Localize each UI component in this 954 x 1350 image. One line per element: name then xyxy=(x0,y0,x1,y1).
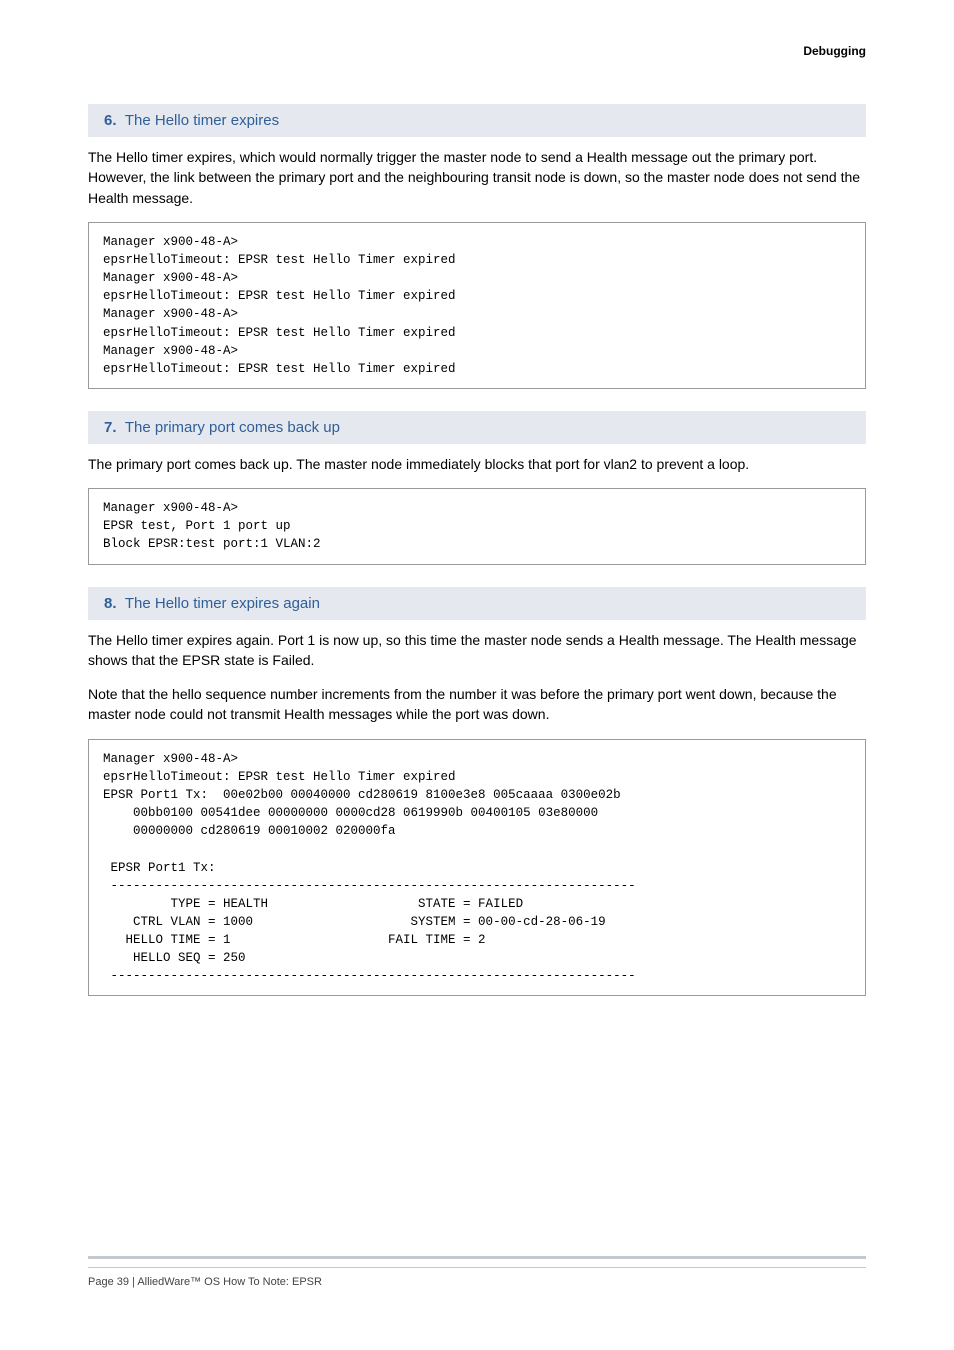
step-body: The primary port comes back up. The mast… xyxy=(88,454,866,474)
step-title: The Hello timer expires xyxy=(125,112,279,129)
step-header-8: 8. The Hello timer expires again xyxy=(88,587,866,620)
step-body: The Hello timer expires again. Port 1 is… xyxy=(88,630,866,671)
step-num: 8. xyxy=(104,595,117,612)
footer-rule-thin xyxy=(88,1267,866,1268)
step-num: 6. xyxy=(104,112,117,129)
code-block: Manager x900-48-A> epsrHelloTimeout: EPS… xyxy=(88,222,866,389)
footer-rule xyxy=(88,1256,866,1259)
step-title: The Hello timer expires again xyxy=(125,595,320,612)
step-body: The Hello timer expires, which would nor… xyxy=(88,147,866,208)
section-label: Debugging xyxy=(803,44,866,58)
code-block: Manager x900-48-A> epsrHelloTimeout: EPS… xyxy=(88,739,866,997)
step-title: The primary port comes back up xyxy=(125,419,340,436)
step-body-2: Note that the hello sequence number incr… xyxy=(88,684,866,725)
step-header-7: 7. The primary port comes back up xyxy=(88,411,866,444)
step-num: 7. xyxy=(104,419,117,436)
footer-text: Page 39 | AlliedWare™ OS How To Note: EP… xyxy=(88,1276,866,1288)
code-block: Manager x900-48-A> EPSR test, Port 1 por… xyxy=(88,488,866,564)
step-header-6: 6. The Hello timer expires xyxy=(88,104,866,137)
